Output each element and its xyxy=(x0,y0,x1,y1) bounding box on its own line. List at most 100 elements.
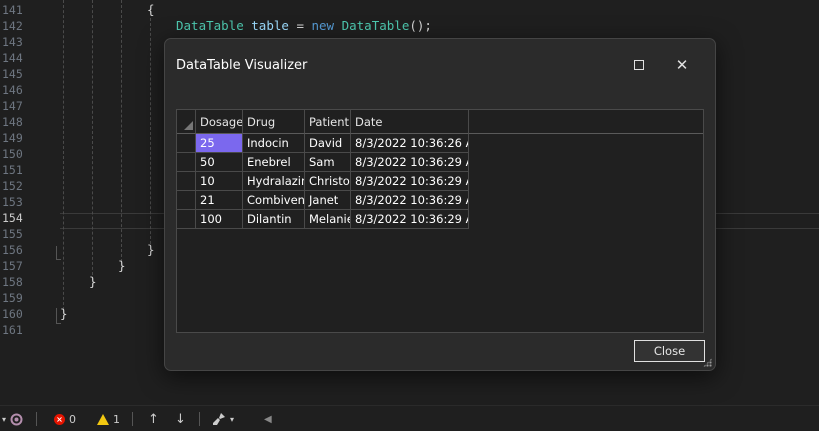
close-window-button[interactable]: ✕ xyxy=(668,53,696,77)
grid-cell-date[interactable]: 8/3/2022 10:36:29 AM xyxy=(351,191,469,210)
grid-cell-patient[interactable]: David xyxy=(305,134,351,153)
column-header-filler xyxy=(469,110,703,134)
line-number: 146 xyxy=(2,83,23,97)
separator xyxy=(36,412,37,426)
grid-cell-date[interactable]: 8/3/2022 10:36:26 AM xyxy=(351,134,469,153)
table-row[interactable]: 50 Enebrel Sam 8/3/2022 10:36:29 AM xyxy=(177,153,469,172)
code-token-type: DataTable xyxy=(341,18,410,33)
table-row[interactable]: 100 Dilantin Melanie 8/3/2022 10:36:29 A… xyxy=(177,210,469,229)
grid-cell-patient[interactable]: Melanie xyxy=(305,210,351,229)
separator xyxy=(132,412,133,426)
grid-cell-dosage[interactable]: 100 xyxy=(196,210,243,229)
code-token-operator: = xyxy=(296,18,304,33)
grid-cell-date[interactable]: 8/3/2022 10:36:29 AM xyxy=(351,210,469,229)
table-row[interactable]: 25 Indocin David 8/3/2022 10:36:26 AM xyxy=(177,134,469,153)
warning-count: 1 xyxy=(113,412,120,426)
line-number: 159 xyxy=(2,291,23,305)
row-header[interactable] xyxy=(177,191,196,210)
column-header-date[interactable]: Date xyxy=(351,110,469,134)
row-header[interactable] xyxy=(177,210,196,229)
select-all-corner[interactable] xyxy=(177,110,196,134)
code-cleanup-button[interactable]: ▾ xyxy=(212,406,234,431)
grid-cell-drug[interactable]: Enebrel xyxy=(243,153,305,172)
close-brace: } xyxy=(147,242,155,257)
grid-cell-patient[interactable]: Christoff xyxy=(305,172,351,191)
line-number: 153 xyxy=(2,195,23,209)
line-number: 155 xyxy=(2,227,23,241)
column-header-drug[interactable]: Drug xyxy=(243,110,305,134)
close-button[interactable]: Close xyxy=(634,340,705,362)
indent-guide xyxy=(92,0,93,280)
line-number: 144 xyxy=(2,51,23,65)
line-number: 147 xyxy=(2,99,23,113)
broom-icon xyxy=(213,413,225,425)
close-brace: } xyxy=(60,306,68,321)
grid-cell-drug[interactable]: Indocin xyxy=(243,134,305,153)
row-header[interactable] xyxy=(177,134,196,153)
line-number: 160 xyxy=(2,307,23,321)
indent-guide xyxy=(150,18,151,244)
previous-issue-button[interactable]: ↑ xyxy=(148,406,159,431)
separator xyxy=(199,412,200,426)
select-all-icon xyxy=(184,121,193,130)
error-icon: × xyxy=(54,413,65,425)
triangle-left-icon: ◀ xyxy=(264,413,272,425)
grid-cell-drug[interactable]: Hydralazine xyxy=(243,172,305,191)
arrow-up-icon: ↑ xyxy=(148,411,159,427)
line-number: 158 xyxy=(2,275,23,289)
table-row[interactable]: 10 Hydralazine Christoff 8/3/2022 10:36:… xyxy=(177,172,469,191)
row-header[interactable] xyxy=(177,172,196,191)
grid-cell-patient[interactable]: Janet xyxy=(305,191,351,210)
line-number: 142 xyxy=(2,19,23,33)
maximize-icon xyxy=(634,60,644,70)
line-number: 151 xyxy=(2,163,23,177)
code-line: DataTable table = new DataTable(); xyxy=(176,18,432,34)
line-number: 148 xyxy=(2,115,23,129)
grid-cell-date[interactable]: 8/3/2022 10:36:29 AM xyxy=(351,172,469,191)
grid-cell-dosage[interactable]: 25 xyxy=(196,134,243,153)
line-number: 156 xyxy=(2,243,23,257)
grid-cell-drug[interactable]: Dilantin xyxy=(243,210,305,229)
dialog-title: DataTable Visualizer xyxy=(176,58,308,73)
grid-cell-patient[interactable]: Sam xyxy=(305,153,351,172)
scroll-left-button[interactable]: ◀ xyxy=(264,406,272,431)
line-number: 149 xyxy=(2,131,23,145)
indent-guide xyxy=(63,0,64,310)
column-header-patient[interactable]: Patient xyxy=(305,110,351,134)
close-brace: } xyxy=(118,258,126,273)
close-icon: ✕ xyxy=(675,55,689,74)
arrow-down-icon: ↓ xyxy=(175,411,186,427)
row-header[interactable] xyxy=(177,153,196,172)
grid-header-row: Dosage Drug Patient Date xyxy=(177,110,703,134)
code-token-type: DataTable xyxy=(176,18,244,33)
table-row[interactable]: 21 Combivent Janet 8/3/2022 10:36:29 AM xyxy=(177,191,469,210)
warning-icon xyxy=(97,413,109,425)
copilot-menu[interactable]: ▾ xyxy=(2,406,23,431)
grid-cell-date[interactable]: 8/3/2022 10:36:29 AM xyxy=(351,153,469,172)
line-number: 157 xyxy=(2,259,23,273)
dropdown-arrow-icon: ▾ xyxy=(2,414,7,424)
code-token-keyword: new xyxy=(311,18,335,33)
status-bar: ▾ × 0 1 ↑ ↓ ▾ ◀ xyxy=(0,405,819,431)
open-brace: { xyxy=(147,2,155,17)
error-indicator[interactable]: × 0 xyxy=(54,406,76,431)
grid-cell-dosage[interactable]: 10 xyxy=(196,172,243,191)
data-grid[interactable]: Dosage Drug Patient Date 25 Indocin Davi… xyxy=(176,109,704,333)
grid-cell-dosage[interactable]: 21 xyxy=(196,191,243,210)
line-number: 143 xyxy=(2,35,23,49)
line-number: 161 xyxy=(2,323,23,337)
line-number: 154 xyxy=(2,211,23,225)
copilot-icon xyxy=(10,413,23,425)
column-header-dosage[interactable]: Dosage xyxy=(196,110,243,134)
grid-cell-dosage[interactable]: 50 xyxy=(196,153,243,172)
bracket-scope-mark xyxy=(56,246,61,260)
maximize-button[interactable] xyxy=(625,53,653,77)
grid-cell-drug[interactable]: Combivent xyxy=(243,191,305,210)
code-token-punctuation: (); xyxy=(409,18,432,33)
line-number: 141 xyxy=(2,3,23,17)
warning-indicator[interactable]: 1 xyxy=(97,406,120,431)
close-brace: } xyxy=(89,274,97,289)
line-number: 150 xyxy=(2,147,23,161)
next-issue-button[interactable]: ↓ xyxy=(175,406,186,431)
code-token-variable: table xyxy=(251,18,289,33)
